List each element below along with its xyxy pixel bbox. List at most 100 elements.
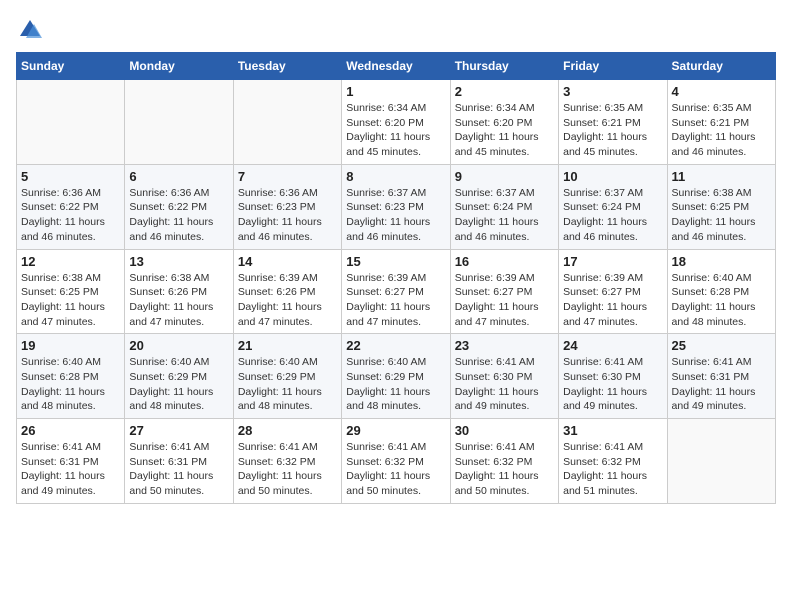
- calendar-cell: 2 Sunrise: 6:34 AM Sunset: 6:20 PM Daylig…: [450, 80, 558, 165]
- calendar-header-wednesday: Wednesday: [342, 53, 450, 80]
- calendar-cell: 8 Sunrise: 6:37 AM Sunset: 6:23 PM Daylig…: [342, 164, 450, 249]
- calendar-header-friday: Friday: [559, 53, 667, 80]
- calendar-cell: [125, 80, 233, 165]
- day-number: 1: [346, 84, 445, 99]
- calendar-cell: 11 Sunrise: 6:38 AM Sunset: 6:25 PM Dayli…: [667, 164, 775, 249]
- day-number: 13: [129, 254, 228, 269]
- day-info: Sunrise: 6:41 AM Sunset: 6:32 PM Dayligh…: [238, 440, 337, 499]
- day-number: 3: [563, 84, 662, 99]
- day-info: Sunrise: 6:37 AM Sunset: 6:23 PM Dayligh…: [346, 186, 445, 245]
- calendar-week-row: 12 Sunrise: 6:38 AM Sunset: 6:25 PM Dayli…: [17, 249, 776, 334]
- day-number: 5: [21, 169, 120, 184]
- day-number: 10: [563, 169, 662, 184]
- day-info: Sunrise: 6:41 AM Sunset: 6:30 PM Dayligh…: [455, 355, 554, 414]
- calendar-header-thursday: Thursday: [450, 53, 558, 80]
- day-info: Sunrise: 6:38 AM Sunset: 6:25 PM Dayligh…: [672, 186, 771, 245]
- day-number: 20: [129, 338, 228, 353]
- calendar-week-row: 19 Sunrise: 6:40 AM Sunset: 6:28 PM Dayli…: [17, 334, 776, 419]
- calendar-cell: 23 Sunrise: 6:41 AM Sunset: 6:30 PM Dayli…: [450, 334, 558, 419]
- day-info: Sunrise: 6:35 AM Sunset: 6:21 PM Dayligh…: [563, 101, 662, 160]
- day-number: 30: [455, 423, 554, 438]
- calendar-cell: 5 Sunrise: 6:36 AM Sunset: 6:22 PM Daylig…: [17, 164, 125, 249]
- day-number: 23: [455, 338, 554, 353]
- day-number: 15: [346, 254, 445, 269]
- calendar-cell: 4 Sunrise: 6:35 AM Sunset: 6:21 PM Daylig…: [667, 80, 775, 165]
- logo-icon: [16, 16, 44, 44]
- day-info: Sunrise: 6:40 AM Sunset: 6:29 PM Dayligh…: [346, 355, 445, 414]
- day-number: 4: [672, 84, 771, 99]
- day-number: 21: [238, 338, 337, 353]
- day-info: Sunrise: 6:36 AM Sunset: 6:23 PM Dayligh…: [238, 186, 337, 245]
- calendar-cell: 17 Sunrise: 6:39 AM Sunset: 6:27 PM Dayli…: [559, 249, 667, 334]
- calendar-cell: 1 Sunrise: 6:34 AM Sunset: 6:20 PM Daylig…: [342, 80, 450, 165]
- calendar-cell: 24 Sunrise: 6:41 AM Sunset: 6:30 PM Dayli…: [559, 334, 667, 419]
- day-info: Sunrise: 6:41 AM Sunset: 6:32 PM Dayligh…: [563, 440, 662, 499]
- calendar-cell: 19 Sunrise: 6:40 AM Sunset: 6:28 PM Dayli…: [17, 334, 125, 419]
- calendar-cell: 31 Sunrise: 6:41 AM Sunset: 6:32 PM Dayli…: [559, 419, 667, 504]
- calendar-week-row: 5 Sunrise: 6:36 AM Sunset: 6:22 PM Daylig…: [17, 164, 776, 249]
- calendar-cell: 9 Sunrise: 6:37 AM Sunset: 6:24 PM Daylig…: [450, 164, 558, 249]
- calendar-cell: 25 Sunrise: 6:41 AM Sunset: 6:31 PM Dayli…: [667, 334, 775, 419]
- calendar-cell: 21 Sunrise: 6:40 AM Sunset: 6:29 PM Dayli…: [233, 334, 341, 419]
- day-info: Sunrise: 6:41 AM Sunset: 6:31 PM Dayligh…: [21, 440, 120, 499]
- day-number: 25: [672, 338, 771, 353]
- calendar-cell: 14 Sunrise: 6:39 AM Sunset: 6:26 PM Dayli…: [233, 249, 341, 334]
- day-number: 14: [238, 254, 337, 269]
- day-info: Sunrise: 6:40 AM Sunset: 6:29 PM Dayligh…: [129, 355, 228, 414]
- day-number: 9: [455, 169, 554, 184]
- day-number: 19: [21, 338, 120, 353]
- calendar-cell: 22 Sunrise: 6:40 AM Sunset: 6:29 PM Dayli…: [342, 334, 450, 419]
- day-number: 27: [129, 423, 228, 438]
- day-info: Sunrise: 6:38 AM Sunset: 6:25 PM Dayligh…: [21, 271, 120, 330]
- calendar-header-saturday: Saturday: [667, 53, 775, 80]
- day-number: 22: [346, 338, 445, 353]
- calendar-cell: 30 Sunrise: 6:41 AM Sunset: 6:32 PM Dayli…: [450, 419, 558, 504]
- calendar-cell: 13 Sunrise: 6:38 AM Sunset: 6:26 PM Dayli…: [125, 249, 233, 334]
- day-info: Sunrise: 6:41 AM Sunset: 6:31 PM Dayligh…: [129, 440, 228, 499]
- day-number: 17: [563, 254, 662, 269]
- day-info: Sunrise: 6:39 AM Sunset: 6:27 PM Dayligh…: [346, 271, 445, 330]
- day-info: Sunrise: 6:34 AM Sunset: 6:20 PM Dayligh…: [346, 101, 445, 160]
- day-number: 12: [21, 254, 120, 269]
- calendar-cell: 20 Sunrise: 6:40 AM Sunset: 6:29 PM Dayli…: [125, 334, 233, 419]
- day-info: Sunrise: 6:39 AM Sunset: 6:27 PM Dayligh…: [455, 271, 554, 330]
- calendar-cell: 12 Sunrise: 6:38 AM Sunset: 6:25 PM Dayli…: [17, 249, 125, 334]
- calendar-cell: 6Sunrise: 6:36 AM Sunset: 6:22 PM Daylig…: [125, 164, 233, 249]
- calendar-cell: [233, 80, 341, 165]
- calendar-cell: 16Sunrise: 6:39 AM Sunset: 6:27 PM Dayli…: [450, 249, 558, 334]
- day-info: Sunrise: 6:39 AM Sunset: 6:26 PM Dayligh…: [238, 271, 337, 330]
- page-header: [16, 16, 776, 44]
- day-info: Sunrise: 6:39 AM Sunset: 6:27 PM Dayligh…: [563, 271, 662, 330]
- day-info: Sunrise: 6:40 AM Sunset: 6:28 PM Dayligh…: [672, 271, 771, 330]
- calendar-cell: 27 Sunrise: 6:41 AM Sunset: 6:31 PM Dayli…: [125, 419, 233, 504]
- calendar-cell: 15 Sunrise: 6:39 AM Sunset: 6:27 PM Dayli…: [342, 249, 450, 334]
- calendar-cell: 28 Sunrise: 6:41 AM Sunset: 6:32 PM Dayli…: [233, 419, 341, 504]
- calendar-cell: 26 Sunrise: 6:41 AM Sunset: 6:31 PM Dayli…: [17, 419, 125, 504]
- logo: [16, 16, 48, 44]
- calendar-cell: 18Sunrise: 6:40 AM Sunset: 6:28 PM Dayli…: [667, 249, 775, 334]
- day-info: Sunrise: 6:34 AM Sunset: 6:20 PM Dayligh…: [455, 101, 554, 160]
- calendar-cell: [17, 80, 125, 165]
- day-info: Sunrise: 6:36 AM Sunset: 6:22 PM Dayligh…: [21, 186, 120, 245]
- day-info: Sunrise: 6:40 AM Sunset: 6:29 PM Dayligh…: [238, 355, 337, 414]
- day-number: 11: [672, 169, 771, 184]
- day-info: Sunrise: 6:38 AM Sunset: 6:26 PM Dayligh…: [129, 271, 228, 330]
- day-number: 26: [21, 423, 120, 438]
- day-info: Sunrise: 6:37 AM Sunset: 6:24 PM Dayligh…: [563, 186, 662, 245]
- calendar-cell: 3 Sunrise: 6:35 AM Sunset: 6:21 PM Daylig…: [559, 80, 667, 165]
- day-info: Sunrise: 6:41 AM Sunset: 6:30 PM Dayligh…: [563, 355, 662, 414]
- day-number: 8: [346, 169, 445, 184]
- day-info: Sunrise: 6:41 AM Sunset: 6:31 PM Dayligh…: [672, 355, 771, 414]
- day-number: 24: [563, 338, 662, 353]
- day-info: Sunrise: 6:40 AM Sunset: 6:28 PM Dayligh…: [21, 355, 120, 414]
- calendar-cell: 29Sunrise: 6:41 AM Sunset: 6:32 PM Dayli…: [342, 419, 450, 504]
- day-number: 28: [238, 423, 337, 438]
- day-number: 31: [563, 423, 662, 438]
- day-number: 7: [238, 169, 337, 184]
- day-number: 2: [455, 84, 554, 99]
- day-info: Sunrise: 6:41 AM Sunset: 6:32 PM Dayligh…: [455, 440, 554, 499]
- calendar-header-monday: Monday: [125, 53, 233, 80]
- day-info: Sunrise: 6:35 AM Sunset: 6:21 PM Dayligh…: [672, 101, 771, 160]
- day-info: Sunrise: 6:37 AM Sunset: 6:24 PM Dayligh…: [455, 186, 554, 245]
- calendar-cell: 10 Sunrise: 6:37 AM Sunset: 6:24 PM Dayli…: [559, 164, 667, 249]
